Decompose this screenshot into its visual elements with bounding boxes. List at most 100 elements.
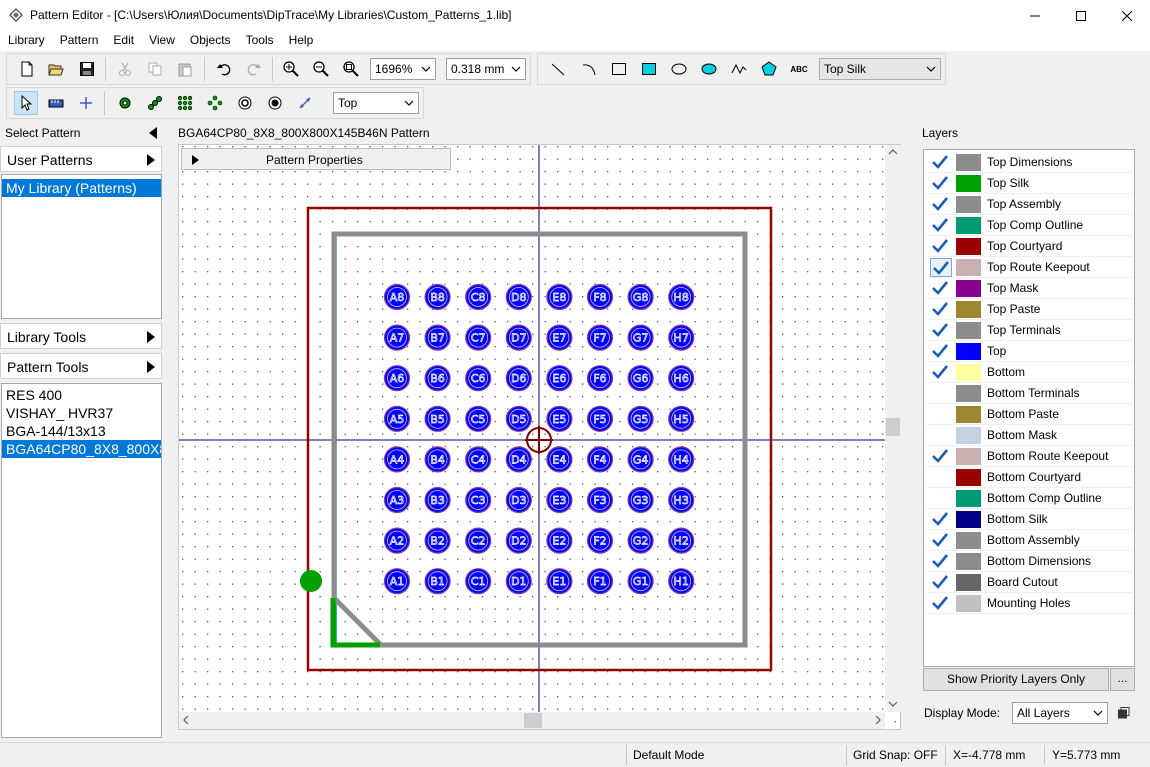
pad[interactable]: F1 — [586, 568, 614, 595]
layer-color-swatch[interactable] — [956, 385, 981, 402]
origin-tool-button[interactable] — [74, 91, 98, 115]
layer-color-swatch[interactable] — [956, 532, 981, 549]
pad[interactable]: C8 — [465, 283, 492, 311]
redo-button[interactable] — [242, 57, 266, 81]
layer-visibility-checkbox[interactable] — [930, 321, 952, 340]
menu-pattern[interactable]: Pattern — [52, 31, 106, 51]
layer-color-swatch[interactable] — [956, 322, 981, 339]
layer-row[interactable]: Top Silk — [926, 173, 1133, 194]
layer-visibility-checkbox[interactable] — [930, 153, 952, 172]
pad[interactable]: B8 — [424, 283, 451, 311]
layer-color-swatch[interactable] — [956, 490, 981, 507]
ellipse-tool-button[interactable] — [667, 57, 691, 81]
layer-visibility-checkbox[interactable] — [930, 237, 952, 256]
layer-row[interactable]: Top Courtyard — [926, 236, 1133, 257]
menu-tools[interactable]: Tools — [238, 31, 281, 51]
layer-visibility-checkbox[interactable] — [930, 342, 952, 361]
menu-view[interactable]: View — [141, 31, 182, 51]
layer-color-swatch[interactable] — [956, 196, 981, 213]
pad[interactable]: B2 — [424, 527, 451, 554]
layer-row[interactable]: Bottom Courtyard — [926, 467, 1133, 488]
pad[interactable]: F6 — [586, 365, 614, 392]
layer-color-swatch[interactable] — [956, 259, 981, 276]
pad[interactable]: A7 — [383, 324, 411, 351]
layer-row[interactable]: Board Cutout — [926, 572, 1133, 593]
pattern-item[interactable]: BGA64CP80_8X8_800X8 — [2, 440, 161, 458]
horizontal-scrollbar[interactable] — [179, 712, 885, 729]
hole-button[interactable] — [233, 91, 257, 115]
more-options-button[interactable]: ... — [1110, 668, 1135, 691]
pad[interactable]: F4 — [586, 446, 614, 473]
menu-library[interactable]: Library — [0, 31, 52, 51]
layer-color-swatch[interactable] — [956, 364, 981, 381]
zoom-select[interactable]: 1696% — [370, 58, 436, 80]
layer-color-swatch[interactable] — [956, 175, 981, 192]
pad[interactable]: A8 — [383, 283, 411, 311]
layer-row[interactable]: Top Mask — [926, 278, 1133, 299]
design-canvas[interactable]: A8 B8 C8 D8 E8 F8 G8 H8 A7 B7 C7 D7 E7 F7 G7 H7 A6 B6 C6 D6… — [178, 144, 901, 730]
layer-visibility-checkbox[interactable] — [930, 552, 952, 571]
pad[interactable]: B4 — [424, 446, 451, 473]
layer-row[interactable]: Top Dimensions — [926, 152, 1133, 173]
polygon-tool-button[interactable] — [757, 57, 781, 81]
layer-visibility-checkbox[interactable] — [930, 174, 952, 193]
pad[interactable]: E6 — [546, 365, 573, 392]
pad[interactable]: C6 — [465, 365, 492, 392]
pad[interactable]: B7 — [424, 324, 451, 351]
open-button[interactable] — [44, 57, 68, 81]
maximize-button[interactable] — [1058, 0, 1104, 31]
layer-visibility-checkbox[interactable] — [930, 594, 952, 613]
pattern-item[interactable]: BGA-144/13x13 — [2, 422, 161, 440]
layer-row[interactable]: Top Paste — [926, 299, 1133, 320]
undo-button[interactable] — [212, 57, 236, 81]
status-grid-snap[interactable]: Grid Snap: OFF — [853, 748, 938, 762]
pad[interactable]: H1 — [668, 568, 695, 595]
pad[interactable]: C5 — [465, 405, 492, 432]
layer-row[interactable]: Bottom Comp Outline — [926, 488, 1133, 509]
line-tool-button[interactable] — [546, 57, 570, 81]
matrix-pads-button[interactable] — [173, 91, 197, 115]
menu-edit[interactable]: Edit — [105, 31, 141, 51]
layer-visibility-checkbox[interactable] — [930, 573, 952, 592]
zoom-fit-button[interactable] — [339, 57, 363, 81]
library-tools-header[interactable]: Library Tools — [0, 323, 162, 349]
filled-rectangle-tool-button[interactable] — [637, 57, 661, 81]
pad[interactable]: H7 — [668, 324, 695, 351]
layer-color-swatch[interactable] — [956, 280, 981, 297]
select-tool-button[interactable] — [14, 91, 38, 115]
pad[interactable]: B6 — [424, 365, 451, 392]
pan-tool-button[interactable] — [44, 91, 68, 115]
new-button[interactable] — [15, 57, 39, 81]
pad[interactable]: D5 — [505, 405, 532, 432]
pad[interactable]: H6 — [668, 365, 695, 392]
layer-visibility-checkbox[interactable] — [930, 279, 952, 298]
collapse-panel-icon[interactable] — [148, 126, 158, 140]
pad[interactable]: E3 — [546, 486, 573, 514]
pad[interactable]: G6 — [627, 365, 654, 392]
cut-button[interactable] — [113, 57, 137, 81]
arc-tool-button[interactable] — [577, 57, 601, 81]
pad[interactable]: A3 — [383, 486, 411, 514]
minimize-button[interactable] — [1012, 0, 1058, 31]
layer-color-swatch[interactable] — [956, 574, 981, 591]
pad[interactable]: H4 — [668, 446, 695, 473]
pad[interactable]: H8 — [668, 283, 695, 311]
pad[interactable]: A4 — [383, 446, 411, 473]
pad[interactable]: G8 — [627, 283, 654, 311]
pad-array-button[interactable] — [143, 91, 167, 115]
pad[interactable]: H3 — [668, 486, 695, 514]
grid-size-select[interactable]: 0.318 mm — [446, 58, 526, 80]
user-patterns-header[interactable]: User Patterns — [0, 146, 162, 172]
pad[interactable]: E7 — [546, 324, 573, 351]
rectangle-tool-button[interactable] — [607, 57, 631, 81]
pad[interactable]: G1 — [627, 568, 654, 595]
show-priority-layers-button[interactable]: Show Priority Layers Only — [923, 668, 1109, 691]
layer-row[interactable]: Bottom Assembly — [926, 530, 1133, 551]
layer-visibility-checkbox[interactable] — [930, 300, 952, 319]
pattern-item[interactable]: RES 400 — [2, 386, 161, 404]
layer-color-swatch[interactable] — [956, 343, 981, 360]
pad[interactable]: D3 — [505, 486, 532, 514]
pad[interactable]: E1 — [546, 568, 573, 595]
layer-visibility-checkbox[interactable] — [930, 363, 952, 382]
pad[interactable]: H5 — [668, 405, 695, 432]
